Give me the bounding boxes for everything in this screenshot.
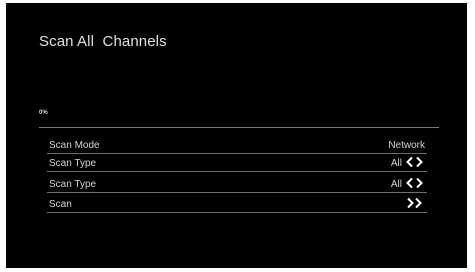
- row-divider: [47, 192, 427, 193]
- page-title: Scan All Channels: [39, 33, 167, 50]
- scan-row[interactable]: Scan: [47, 196, 427, 213]
- scan-screen: Scan All Channels 0% Scan Mode Network S…: [6, 3, 467, 268]
- row-divider: [47, 153, 427, 154]
- scan-type-row[interactable]: Scan Type All: [47, 155, 427, 172]
- row-divider: [47, 171, 427, 172]
- scan-type-label: Scan Type: [49, 158, 97, 169]
- scan-value-group: [402, 197, 425, 212]
- scan-label: Scan: [49, 199, 72, 210]
- progress-bar: [39, 127, 439, 128]
- double-chevron-right-icon[interactable]: [405, 197, 425, 212]
- scan-type-row-2[interactable]: Scan Type All: [47, 176, 427, 193]
- scan-mode-value: Network: [388, 140, 425, 151]
- scan-type-label-2: Scan Type: [49, 179, 97, 190]
- chevron-left-right-icon[interactable]: [405, 156, 425, 171]
- chevron-left-right-icon[interactable]: [405, 177, 425, 192]
- progress-percent: 0%: [39, 110, 48, 116]
- scan-mode-label: Scan Mode: [49, 140, 100, 151]
- row-divider: [47, 212, 427, 213]
- scan-type-value-group-2: All: [391, 177, 425, 192]
- scan-type-value-group: All: [391, 156, 425, 171]
- scan-type-value-2: All: [390, 179, 402, 190]
- scan-mode-row[interactable]: Scan Mode Network: [47, 137, 427, 154]
- scan-type-value: All: [390, 158, 402, 169]
